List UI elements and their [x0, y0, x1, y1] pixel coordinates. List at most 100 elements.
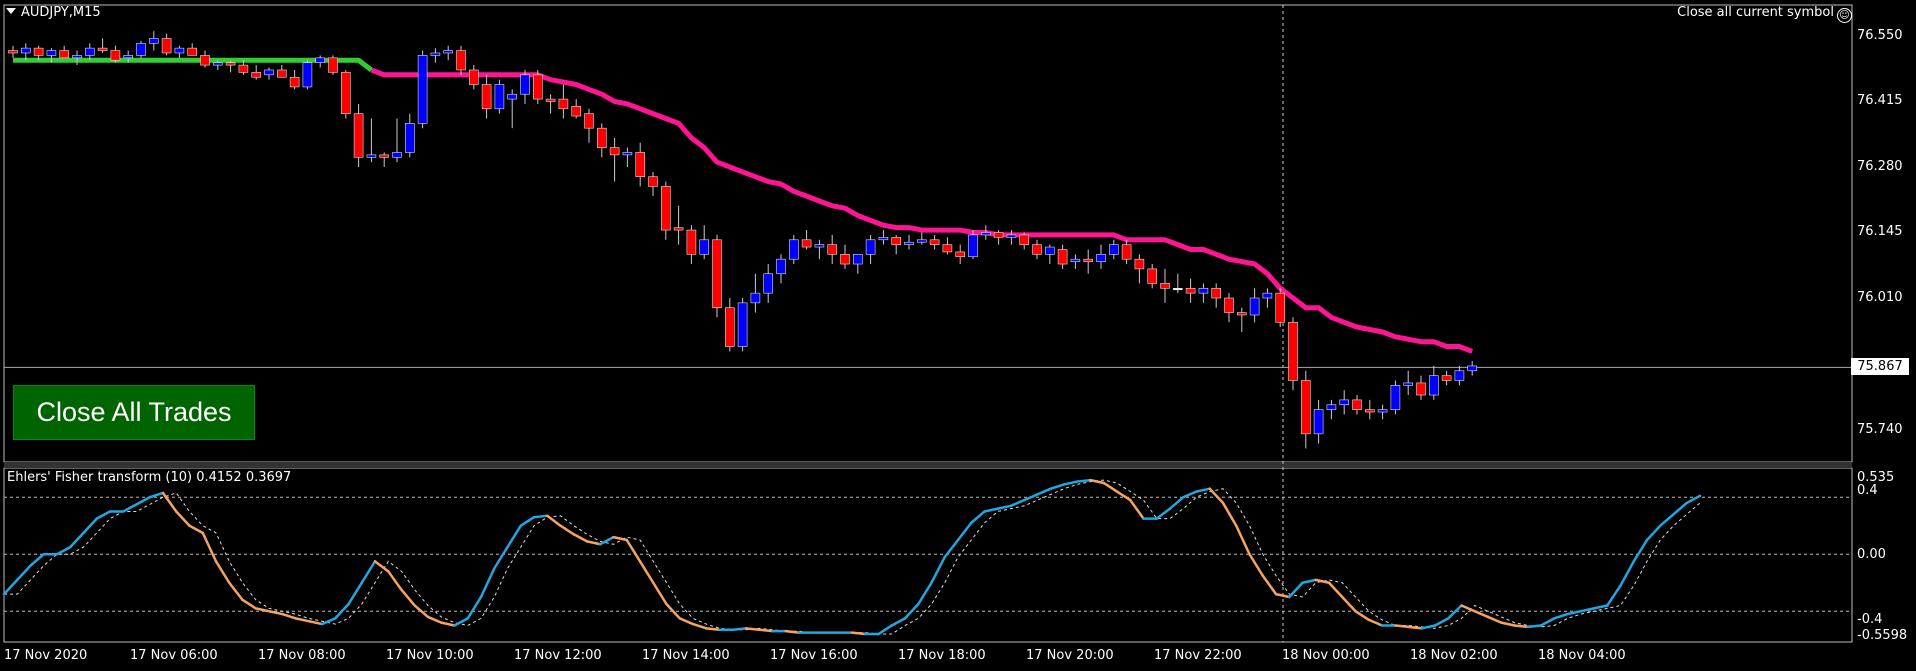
candle-body — [366, 154, 377, 158]
candle-body — [379, 154, 390, 158]
fisher-segment — [1261, 574, 1278, 596]
candle-body — [916, 239, 927, 243]
candle-body — [20, 47, 31, 54]
fisher-segment — [1274, 592, 1291, 599]
candle-body — [763, 273, 774, 294]
fisher-segment — [122, 503, 138, 513]
fisher-segment — [877, 624, 893, 636]
candle-body — [1339, 399, 1349, 406]
fisher-segment — [1645, 524, 1662, 542]
time-axis-label: 17 Nov 18:00 — [898, 648, 986, 663]
fisher-segment — [440, 621, 456, 627]
time-axis-label: 17 Nov 20:00 — [1026, 648, 1114, 663]
price-axis-label: 76.415 — [1857, 93, 1903, 108]
fisher-segment — [294, 617, 310, 623]
fisher-segment — [1592, 604, 1609, 610]
candle-body — [737, 302, 748, 347]
fisher-segment — [466, 595, 483, 620]
fisher-segment — [307, 619, 324, 626]
candle-body — [481, 84, 492, 110]
fisher-segment — [373, 560, 390, 573]
fisher-segment — [930, 555, 946, 584]
fisher-segment — [1566, 609, 1582, 616]
fisher-segment — [705, 627, 721, 632]
candle-body — [1185, 287, 1196, 294]
fisher-segment — [1407, 625, 1423, 630]
time-axis-label: 18 Nov 02:00 — [1410, 648, 1498, 663]
close-current-symbol-button[interactable]: Close all current symbol ☺ — [1677, 5, 1852, 23]
candle-body — [1454, 370, 1465, 381]
candle-body — [1288, 321, 1298, 381]
candle-body — [891, 237, 902, 245]
fisher-segment — [241, 598, 257, 610]
candle-body — [315, 57, 326, 63]
chart-menu-triangle-icon[interactable] — [6, 8, 16, 14]
fisher-segment — [29, 552, 45, 567]
fisher-segment — [1447, 604, 1463, 620]
candle-body — [993, 232, 1004, 238]
indicator-frame — [3, 467, 1853, 643]
candle-body — [59, 50, 70, 59]
current-price-marker: 75.867 — [1851, 358, 1909, 375]
candle-body — [187, 47, 197, 56]
candle-body — [456, 50, 466, 71]
smiley-icon: ☺ — [1837, 8, 1852, 23]
time-axis-label: 17 Nov 14:00 — [642, 648, 730, 663]
time-axis-label: 17 Nov 08:00 — [258, 648, 346, 663]
fisher-segment — [1036, 487, 1052, 496]
candle-body — [852, 254, 863, 265]
fisher-segment — [1049, 483, 1066, 490]
candle-body — [507, 93, 518, 100]
fisher-segment — [625, 538, 642, 563]
fisher-segment — [1168, 495, 1185, 510]
fisher-segment — [983, 507, 999, 513]
indicator-label: Ehlers' Fisher transform (10) 0.4152 0.3… — [7, 470, 292, 485]
candle-body — [110, 50, 121, 61]
candle-body — [1390, 385, 1401, 410]
candle-body — [251, 72, 261, 78]
candle-body — [97, 47, 108, 51]
fisher-segment — [1539, 617, 1556, 627]
close-all-trades-button[interactable]: Close All Trades — [13, 385, 255, 440]
fisher-segment — [1473, 609, 1490, 619]
candle-body — [622, 152, 633, 156]
candle-body — [609, 147, 620, 156]
fisher-segment — [228, 581, 244, 602]
candle-body — [571, 106, 582, 117]
candle-body — [85, 47, 95, 56]
fisher-segment — [400, 588, 416, 607]
fisher-segment — [1354, 609, 1370, 622]
candle-body — [532, 74, 543, 100]
fisher-segment — [585, 540, 602, 546]
candle-body — [328, 57, 338, 73]
fisher-segment — [1076, 478, 1092, 483]
fisher-segment — [1208, 487, 1225, 505]
fisher-segment — [493, 545, 509, 570]
fisher-segment — [426, 615, 443, 624]
fisher-segment — [638, 560, 655, 584]
price-axis-label: 76.280 — [1857, 159, 1903, 174]
chart-canvas[interactable] — [0, 0, 1916, 671]
candle-body — [1224, 297, 1234, 313]
fisher-segment — [161, 491, 178, 513]
candle-body — [865, 239, 876, 255]
candle-body — [968, 234, 978, 258]
candle-body — [801, 239, 812, 248]
fisher-segment — [1248, 552, 1264, 577]
fisher-segment — [135, 495, 151, 506]
fisher-segment — [16, 564, 32, 582]
candle-body — [929, 239, 940, 245]
fisher-segment — [1155, 507, 1172, 520]
fisher-segment — [1500, 621, 1516, 627]
fisher-segment — [1460, 604, 1476, 613]
candle-body — [660, 186, 671, 231]
fisher-segment — [1288, 581, 1304, 599]
candle-body — [1377, 409, 1388, 413]
candle-body — [814, 244, 825, 248]
candle-body — [276, 69, 287, 78]
fisher-segment — [148, 491, 165, 499]
candle-body — [827, 244, 838, 255]
fisher-segment — [1195, 487, 1211, 493]
fisher-segment — [970, 510, 986, 525]
fisher-segment — [1182, 490, 1198, 499]
